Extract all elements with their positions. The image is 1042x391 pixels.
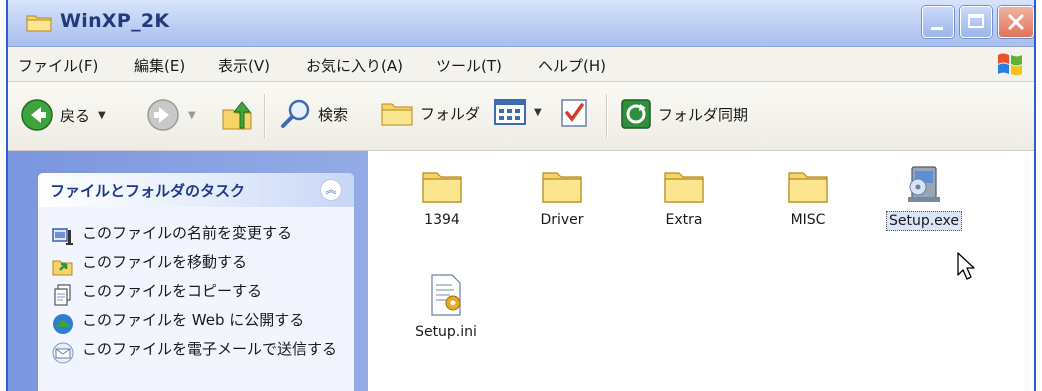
up-folder-button[interactable]	[220, 98, 256, 132]
checkmark-icon	[561, 99, 587, 127]
folder-sync-label: フォルダ同期	[658, 105, 749, 124]
toolbar-separator	[264, 94, 266, 138]
menu-help[interactable]: ヘルプ(H)	[538, 55, 606, 76]
checkmark-button[interactable]	[560, 98, 588, 128]
windows-logo-icon	[998, 53, 1022, 76]
views-button[interactable]: ▼	[494, 98, 542, 126]
email-icon	[52, 342, 74, 364]
task-pane: ファイルとフォルダのタスク ︽ このファイルの名前を変更する このファイルを移動…	[8, 151, 368, 391]
explorer-window: WinXP_2K ファイル(F) 編集(E) 表示(V) お気に入り(A) ツー…	[6, 0, 1036, 391]
views-dropdown-icon[interactable]: ▼	[534, 107, 542, 118]
close-icon	[1008, 14, 1024, 30]
menu-tools[interactable]: ツール(T)	[436, 55, 502, 76]
file-name: Driver	[540, 212, 584, 228]
task-rename[interactable]: このファイルの名前を変更する	[52, 225, 342, 248]
menu-edit[interactable]: 編集(E)	[134, 55, 185, 76]
maximize-icon	[968, 14, 984, 28]
minimize-icon	[931, 27, 943, 30]
search-icon	[281, 99, 310, 128]
back-arrow-icon	[21, 99, 53, 131]
file-item-setup-exe[interactable]: Setup.exe	[874, 163, 974, 231]
task-panel-header[interactable]: ファイルとフォルダのタスク ︽	[38, 173, 354, 207]
folder-icon	[788, 172, 828, 203]
file-item-misc[interactable]: MISC	[758, 165, 858, 229]
task-send-email[interactable]: このファイルを電子メールで送信する	[52, 341, 342, 364]
forward-arrow-icon	[147, 99, 179, 131]
file-name: MISC	[790, 212, 826, 228]
views-icon	[494, 99, 526, 125]
back-dropdown-icon[interactable]: ▼	[98, 110, 106, 121]
file-list-area: 1394 Driver Extra MISC Setup.exe Setup.i…	[368, 151, 1034, 391]
task-panel-title: ファイルとフォルダのタスク	[50, 182, 246, 200]
menu-file[interactable]: ファイル(F)	[18, 55, 98, 76]
toolbar-separator	[606, 94, 608, 138]
window-title: WinXP_2K	[60, 10, 170, 32]
title-bar[interactable]: WinXP_2K	[8, 0, 1034, 47]
task-label: このファイルを Web に公開する	[82, 311, 305, 329]
file-name-selected: Setup.exe	[885, 211, 963, 231]
setup-installer-icon	[908, 166, 940, 202]
folders-button[interactable]: フォルダ	[380, 98, 480, 128]
search-label: 検索	[318, 105, 349, 124]
rename-icon	[52, 228, 73, 245]
file-item-1394[interactable]: 1394	[392, 165, 492, 229]
task-copy[interactable]: このファイルをコピーする	[52, 283, 342, 306]
task-label: このファイルを電子メールで送信する	[82, 340, 338, 358]
folder-icon	[26, 15, 52, 32]
folder-icon	[542, 172, 582, 203]
folder-icon	[664, 172, 704, 203]
task-label: このファイルの名前を変更する	[82, 224, 293, 242]
file-name: Extra	[665, 212, 703, 228]
folders-label: フォルダ	[420, 104, 481, 123]
task-label: このファイルをコピーする	[82, 282, 263, 300]
file-item-extra[interactable]: Extra	[634, 165, 734, 229]
file-name: 1394	[424, 212, 460, 228]
folder-sync-button[interactable]: フォルダ同期	[620, 98, 748, 130]
settings-file-icon	[431, 274, 461, 316]
up-folder-icon	[222, 101, 252, 130]
toolbar: 戻る ▼ ▼ 検索 フォルダ ▼ フォルダ同期	[8, 82, 1034, 151]
forward-button[interactable]: ▼	[146, 98, 196, 132]
search-button[interactable]: 検索	[280, 98, 348, 130]
maximize-button[interactable]	[960, 6, 992, 38]
back-button[interactable]: 戻る ▼	[20, 98, 106, 132]
menu-bar: ファイル(F) 編集(E) 表示(V) お気に入り(A) ツール(T) ヘルプ(…	[8, 47, 1034, 82]
file-item-setup-ini[interactable]: Setup.ini	[396, 273, 496, 341]
menu-view[interactable]: 表示(V)	[218, 55, 270, 76]
file-name: Setup.ini	[415, 324, 477, 340]
minimize-button[interactable]	[922, 6, 954, 38]
close-button[interactable]	[998, 6, 1034, 38]
menu-favorites[interactable]: お気に入り(A)	[306, 55, 403, 76]
forward-dropdown-icon[interactable]: ▼	[188, 110, 196, 121]
move-icon	[52, 260, 73, 276]
folder-sync-icon	[621, 99, 651, 129]
file-item-driver[interactable]: Driver	[512, 165, 612, 229]
back-label: 戻る	[60, 106, 91, 125]
folder-icon	[422, 172, 462, 203]
task-move[interactable]: このファイルを移動する	[52, 254, 342, 277]
web-publish-icon	[53, 314, 73, 334]
task-publish-web[interactable]: このファイルを Web に公開する	[52, 312, 342, 335]
collapse-chevron-icon[interactable]: ︽	[320, 179, 342, 201]
task-label: このファイルを移動する	[82, 253, 248, 271]
copy-icon	[54, 284, 71, 306]
folders-icon	[381, 103, 413, 126]
mouse-cursor-icon	[957, 252, 975, 280]
file-folder-tasks-panel: ファイルとフォルダのタスク ︽ このファイルの名前を変更する このファイルを移動…	[38, 173, 354, 391]
